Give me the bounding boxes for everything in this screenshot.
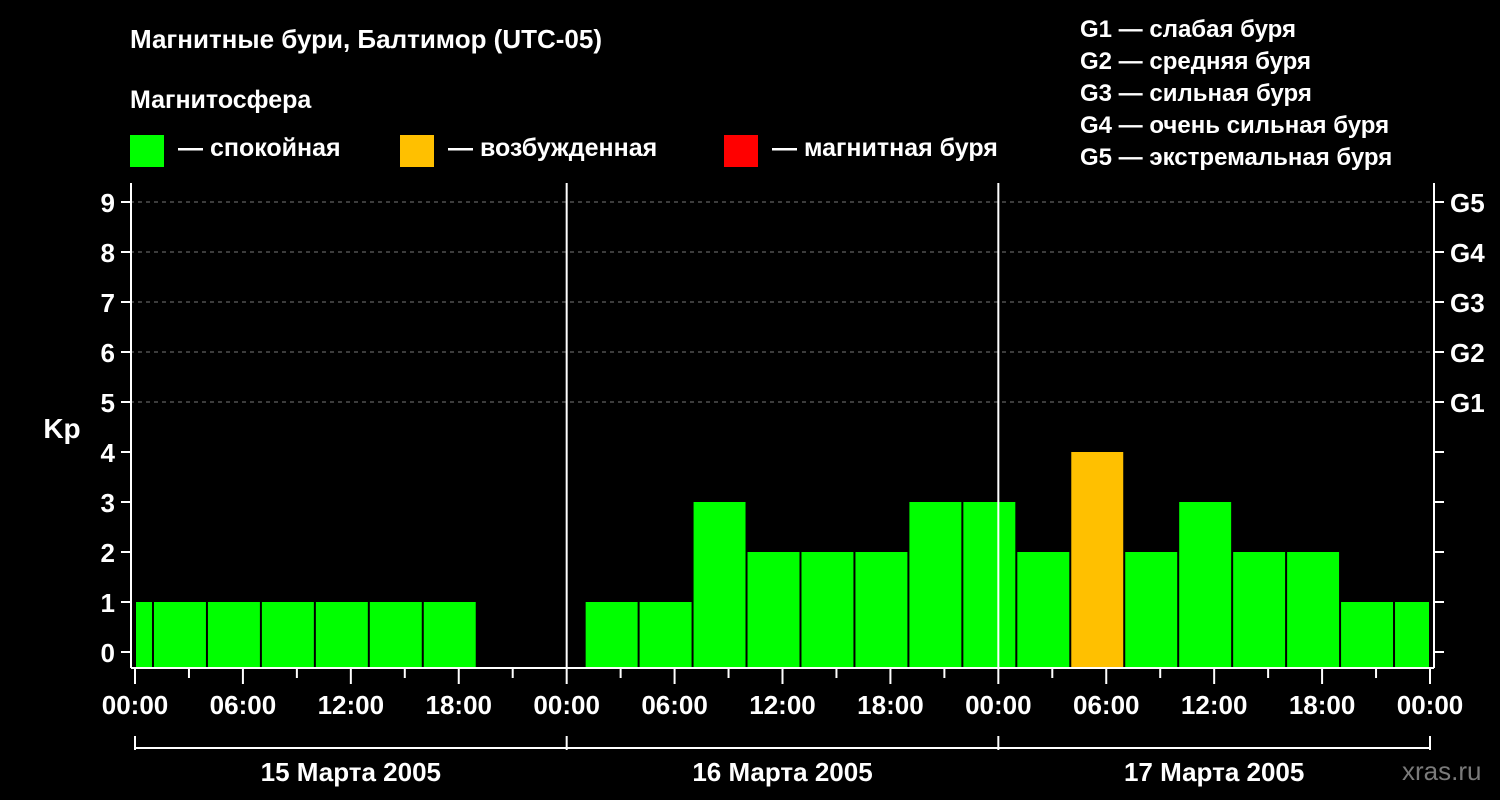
x-tick-label: 00:00 (1397, 690, 1464, 720)
y-tick-label: 2 (101, 538, 115, 568)
x-tick-label: 18:00 (1289, 690, 1356, 720)
x-tick-label: 12:00 (318, 690, 385, 720)
x-tick-label: 06:00 (641, 690, 708, 720)
x-tick-label: 18:00 (857, 690, 924, 720)
kp-bar (1071, 452, 1124, 668)
kp-bar (801, 552, 854, 668)
watermark: xras.ru (1402, 756, 1482, 786)
y-tick-label: 5 (101, 388, 115, 418)
kp-bar (1125, 552, 1178, 668)
kp-bar (747, 552, 800, 668)
x-tick-label: 06:00 (1073, 690, 1140, 720)
y-axis-label: Kp (43, 413, 80, 444)
kp-bar (1341, 602, 1394, 668)
kp-bar (1233, 552, 1286, 668)
g-level-label: G4 (1450, 238, 1485, 268)
g-level-label: G5 (1450, 188, 1485, 218)
kp-bar (855, 552, 908, 668)
y-tick-label: 7 (101, 288, 115, 318)
kp-bar (261, 602, 314, 668)
x-tick-label: 00:00 (533, 690, 600, 720)
y-tick-label: 9 (101, 188, 115, 218)
day-label: 17 Марта 2005 (1124, 757, 1304, 787)
y-tick-label: 0 (101, 638, 115, 668)
x-tick-label: 12:00 (749, 690, 816, 720)
kp-bar (315, 602, 368, 668)
kp-bar (1287, 552, 1340, 668)
x-tick-label: 06:00 (210, 690, 277, 720)
y-tick-label: 3 (101, 488, 115, 518)
day-label: 15 Марта 2005 (261, 757, 441, 787)
kp-bar (585, 602, 638, 668)
x-tick-label: 00:00 (965, 690, 1032, 720)
y-tick-label: 4 (101, 438, 116, 468)
kp-bar (639, 602, 692, 668)
kp-bar (1017, 552, 1070, 668)
kp-bar (693, 502, 746, 668)
kp-bar (1395, 602, 1429, 668)
kp-bar (1179, 502, 1232, 668)
y-tick-label: 6 (101, 338, 115, 368)
kp-bar (963, 502, 1016, 668)
y-tick-label: 8 (101, 238, 115, 268)
kp-bar (136, 602, 152, 668)
kp-bar (207, 602, 260, 668)
g-level-label: G3 (1450, 288, 1485, 318)
x-tick-label: 12:00 (1181, 690, 1248, 720)
kp-bar (369, 602, 422, 668)
kp-bar (153, 602, 206, 668)
day-label: 16 Марта 2005 (692, 757, 872, 787)
g-level-label: G1 (1450, 388, 1485, 418)
y-tick-label: 1 (101, 588, 115, 618)
g-level-label: G2 (1450, 338, 1485, 368)
kp-bar (423, 602, 476, 668)
x-tick-label: 18:00 (426, 690, 493, 720)
kp-bar-chart: 0 1 2 3 4 5 6 7 8 9 G1 G2 G3 G4 G5 Kp 00:00 06:00 12:00 18:… (43, 183, 1485, 787)
kp-bar (909, 502, 962, 668)
x-tick-label: 00:00 (102, 690, 169, 720)
